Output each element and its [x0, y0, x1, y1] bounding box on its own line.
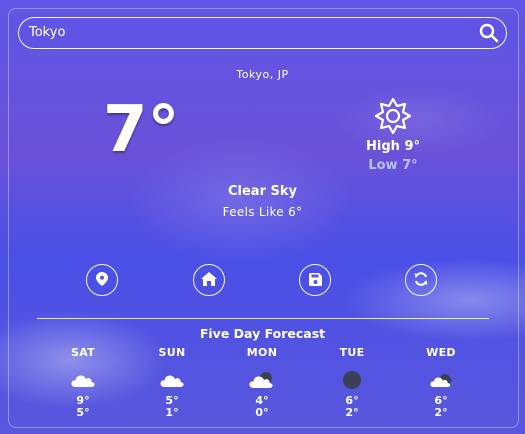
forecast-low: 5°: [76, 406, 90, 419]
refresh-icon: [414, 271, 428, 290]
forecast-day: SUN 5° 1°: [142, 346, 202, 419]
forecast-day-name: TUE: [339, 346, 365, 359]
home-icon: [201, 271, 217, 290]
location-label: Tokyo, JP: [236, 68, 289, 81]
save-icon: [308, 271, 322, 290]
forecast-day: TUE 6° 2°: [322, 346, 382, 419]
forecast-low: 2°: [434, 406, 448, 419]
save-button[interactable]: [299, 264, 331, 296]
search-icon[interactable]: [478, 22, 500, 44]
forecast-day: MON 4° 0°: [232, 346, 292, 419]
low-temperature: Low 7°: [368, 158, 418, 173]
weather-description: Clear Sky: [227, 184, 297, 199]
search-bar[interactable]: Tokyo: [18, 17, 507, 49]
refresh-button[interactable]: [405, 264, 437, 296]
location-pin-icon: [96, 271, 108, 290]
feels-like: Feels Like 6°: [222, 205, 303, 219]
forecast-low: 2°: [345, 406, 359, 419]
location-button[interactable]: [86, 264, 118, 296]
forecast-day-name: WED: [426, 346, 456, 359]
search-input[interactable]: Tokyo: [29, 25, 65, 40]
forecast-day: SAT 9° 5°: [53, 346, 113, 419]
divider: [37, 318, 489, 319]
forecast-low: 0°: [255, 406, 269, 419]
forecast-day: WED 6° 2°: [411, 346, 471, 419]
cloud-icon: [142, 365, 202, 395]
current-temperature: 7°: [103, 93, 180, 167]
sun-icon: [374, 97, 412, 135]
forecast-low: 1°: [165, 406, 179, 419]
high-temperature: High 9°: [366, 139, 420, 154]
overcast-icon: [322, 365, 382, 395]
forecast-day-name: SAT: [71, 346, 95, 359]
forecast-day-name: MON: [246, 346, 278, 359]
home-button[interactable]: [193, 264, 225, 296]
forecast-day-name: SUN: [158, 346, 186, 359]
cloudy-icon: [411, 365, 471, 395]
cloud-icon: [53, 365, 113, 395]
forecast-title: Five Day Forecast: [199, 326, 326, 341]
partly-cloudy-icon: [232, 365, 292, 395]
